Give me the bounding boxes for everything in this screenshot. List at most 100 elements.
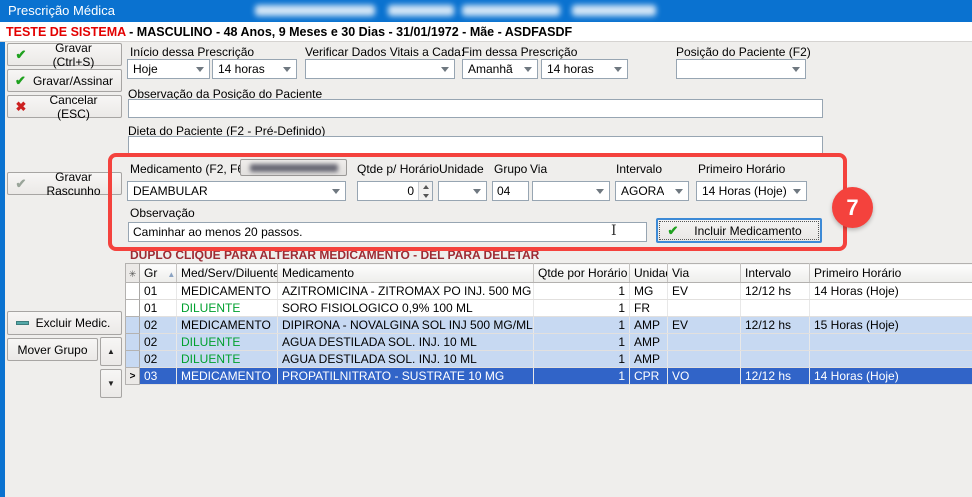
- cell-intervalo: [741, 334, 810, 351]
- obs-posicao-input[interactable]: [128, 99, 823, 118]
- inicio-day-combo[interactable]: Hoje: [127, 59, 210, 79]
- cell-primeiro-horario: 14 Horas (Hoje): [810, 283, 972, 300]
- cell-intervalo: 12/12 hs: [741, 283, 810, 300]
- table-row[interactable]: 02DILUENTEAGUA DESTILADA SOL. INJ. 10 ML…: [126, 351, 972, 368]
- intervalo-combo[interactable]: AGORA: [615, 181, 689, 201]
- row-indicator: [126, 300, 140, 317]
- row-indicator: [126, 283, 140, 300]
- window-title: Prescrição Médica: [8, 0, 115, 22]
- redacted-title-text: [388, 5, 454, 16]
- table-row[interactable]: 02MEDICAMENTODIPIRONA - NOVALGINA SOL IN…: [126, 317, 972, 334]
- stepper-up-button[interactable]: [419, 182, 432, 191]
- cell-via: VO: [668, 368, 741, 385]
- column-header-label: Gr: [144, 266, 157, 280]
- save-button[interactable]: ✔ Gravar (Ctrl+S): [7, 43, 122, 66]
- row-pointer-icon: >: [126, 368, 140, 385]
- redacted-button[interactable]: [240, 159, 347, 176]
- qtde-stepper[interactable]: 0: [357, 181, 433, 201]
- primeiro-horario-combo[interactable]: 14 Horas (Hoje): [696, 181, 807, 201]
- cell-tipo: DILUENTE: [177, 351, 278, 368]
- cell-gr: 02: [140, 351, 177, 368]
- unidade-combo[interactable]: [438, 181, 487, 201]
- column-header-label: Via: [672, 266, 689, 280]
- indicator-column-header[interactable]: ✳: [126, 264, 140, 283]
- cell-intervalo: 12/12 hs: [741, 317, 810, 334]
- intervalo-value: AGORA: [621, 184, 664, 198]
- cell-qtde-por-horario: 1: [534, 368, 630, 385]
- save-sign-button[interactable]: ✔ Gravar/Assinar: [7, 69, 122, 92]
- fim-day-combo[interactable]: Amanhã: [462, 59, 538, 79]
- cell-via: EV: [668, 317, 741, 334]
- row-indicator: [126, 317, 140, 334]
- dieta-paciente-input[interactable]: [128, 136, 823, 155]
- column-header-medicamento[interactable]: Medicamento: [278, 264, 534, 283]
- annotation-balloon: 7: [832, 187, 873, 228]
- window-left-border: [0, 42, 5, 497]
- save-sign-button-label: Gravar/Assinar: [33, 74, 121, 88]
- check-icon: ✔: [8, 73, 33, 89]
- cell-qtde-por-horario: 1: [534, 334, 630, 351]
- unidade-label: Unidade: [439, 162, 484, 176]
- inicio-time-combo[interactable]: 14 horas: [212, 59, 297, 79]
- fim-day-value: Amanhã: [468, 62, 513, 76]
- row-indicator: [126, 334, 140, 351]
- grupo-input[interactable]: [492, 181, 529, 201]
- move-group-button[interactable]: Mover Grupo: [7, 338, 98, 361]
- cell-unidade: CPR: [630, 368, 668, 385]
- observacao-input[interactable]: [128, 222, 647, 242]
- redacted-title-text: [255, 5, 375, 16]
- move-group-up-button[interactable]: ▲: [100, 337, 122, 366]
- column-header-label: Medicamento: [282, 266, 354, 280]
- sort-ascending-icon: ▲: [167, 270, 175, 279]
- cell-medicamento: AGUA DESTILADA SOL. INJ. 10 ML: [278, 351, 534, 368]
- cell-gr: 02: [140, 317, 177, 334]
- posicao-paciente-combo[interactable]: [676, 59, 806, 79]
- column-header-gr[interactable]: Gr ▲: [140, 264, 177, 283]
- cell-gr: 01: [140, 300, 177, 317]
- combo-arrow-icon: [524, 67, 532, 72]
- combo-arrow-icon: [196, 67, 204, 72]
- check-icon: ✔: [8, 176, 34, 192]
- cell-intervalo: [741, 300, 810, 317]
- cell-unidade: AMP: [630, 334, 668, 351]
- cross-icon: ✖: [8, 99, 34, 115]
- check-icon: ✔: [8, 47, 34, 63]
- cell-unidade: AMP: [630, 351, 668, 368]
- column-header-intervalo[interactable]: Intervalo: [741, 264, 810, 283]
- table-row[interactable]: 02DILUENTEAGUA DESTILADA SOL. INJ. 10 ML…: [126, 334, 972, 351]
- observacao-label: Observação: [130, 206, 195, 220]
- delete-medication-button[interactable]: Excluir Medic.: [7, 311, 122, 335]
- column-header-tipo[interactable]: Med/Serv/Diluente: [177, 264, 278, 283]
- arrow-up-icon: [423, 185, 429, 189]
- medicamento-combo[interactable]: DEAMBULAR: [127, 181, 346, 201]
- combo-arrow-icon: [793, 189, 801, 194]
- medicamento-label: Medicamento (F2, F6): [130, 162, 248, 176]
- qtde-value: 0: [358, 182, 418, 200]
- cell-gr: 02: [140, 334, 177, 351]
- column-header-unidade[interactable]: Unidade: [630, 264, 668, 283]
- cancel-button[interactable]: ✖ Cancelar (ESC): [7, 95, 122, 118]
- stepper-down-button[interactable]: [419, 191, 432, 200]
- cell-qtde-por-horario: 1: [534, 283, 630, 300]
- column-header-qtde[interactable]: Qtde por Horário: [534, 264, 630, 283]
- via-label: Via: [530, 162, 547, 176]
- table-row[interactable]: >03MEDICAMENTOPROPATILNITRATO - SUSTRATE…: [126, 368, 972, 385]
- fim-time-combo[interactable]: 14 horas: [541, 59, 628, 79]
- table-row[interactable]: 01MEDICAMENTOAZITROMICINA - ZITROMAX PO …: [126, 283, 972, 300]
- dados-vitais-combo[interactable]: [305, 59, 455, 79]
- table-row[interactable]: 01DILUENTESORO FISIOLOGICO 0,9% 100 ML1F…: [126, 300, 972, 317]
- save-draft-button[interactable]: ✔ Gravar Rascunho: [7, 172, 122, 195]
- cell-primeiro-horario: 14 Horas (Hoje): [810, 368, 972, 385]
- prescription-window: Prescrição Médica TESTE DE SISTEMA - MAS…: [0, 0, 972, 497]
- med-table-grid-body: 01MEDICAMENTOAZITROMICINA - ZITROMAX PO …: [126, 283, 972, 385]
- inicio-day-value: Hoje: [133, 62, 158, 76]
- column-header-via[interactable]: Via: [668, 264, 741, 283]
- move-group-button-label: Mover Grupo: [8, 343, 97, 357]
- column-header-label: Intervalo: [745, 266, 791, 280]
- column-header-primeiro-horario[interactable]: Primeiro Horário: [810, 264, 972, 283]
- cell-primeiro-horario: [810, 300, 972, 317]
- cell-tipo: DILUENTE: [177, 300, 278, 317]
- move-group-down-button[interactable]: ▼: [100, 369, 122, 398]
- incluir-medicamento-button[interactable]: ✔ Incluir Medicamento: [656, 218, 822, 243]
- via-combo[interactable]: [532, 181, 610, 201]
